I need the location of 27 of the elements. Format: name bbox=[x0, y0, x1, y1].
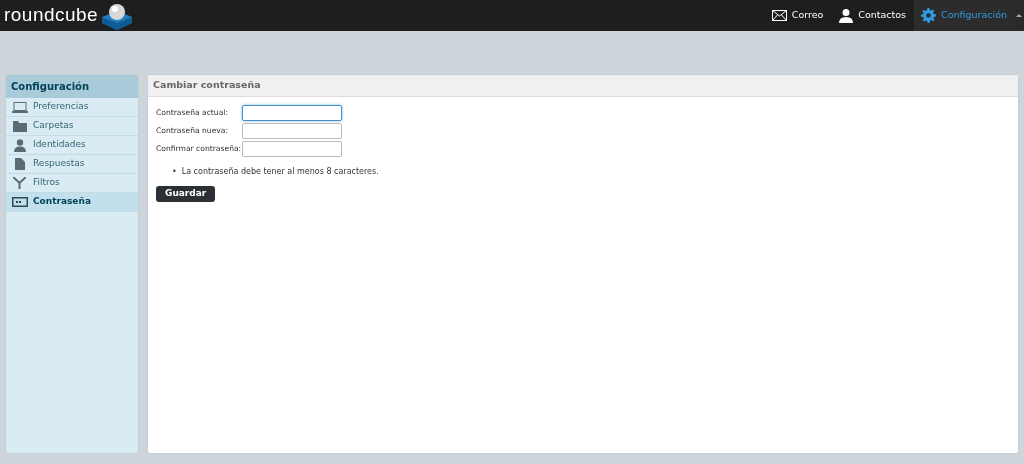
person-icon bbox=[839, 8, 854, 23]
document-icon bbox=[14, 158, 25, 170]
sidebar-item[interactable]: Contraseña bbox=[6, 193, 138, 212]
logo-text: roundcube bbox=[4, 3, 99, 28]
panel-title: Cambiar contraseña bbox=[148, 75, 1018, 97]
folder-icon bbox=[12, 120, 27, 132]
save-button[interactable]: Guardar bbox=[156, 185, 216, 202]
nav-link[interactable]: Correo bbox=[763, 0, 832, 31]
sidebar-title: Configuración bbox=[6, 75, 138, 98]
filter-icon bbox=[13, 177, 26, 189]
hint-text: La contraseña debe tener al menos 8 caracteres. bbox=[181, 166, 379, 178]
nav-link[interactable]: Configuración bbox=[914, 0, 1014, 31]
person-icon bbox=[13, 138, 26, 152]
sidebar-item[interactable]: Identidades bbox=[6, 136, 138, 155]
caret-icon[interactable] bbox=[1016, 14, 1022, 17]
bullet: • bbox=[172, 166, 177, 178]
password-field[interactable] bbox=[242, 123, 342, 139]
password-field[interactable] bbox=[242, 105, 342, 121]
nav-link[interactable]: Contactos bbox=[831, 0, 915, 31]
laptop-icon bbox=[11, 101, 28, 113]
envelope-icon bbox=[771, 10, 787, 21]
password-field[interactable] bbox=[242, 141, 342, 157]
sidebar-item[interactable]: Respuestas bbox=[6, 155, 138, 174]
sidebar-item[interactable]: Preferencias bbox=[6, 98, 138, 117]
sidebar-item[interactable]: Carpetas bbox=[6, 117, 138, 136]
password-field-icon bbox=[11, 197, 28, 207]
gear-icon bbox=[921, 8, 937, 23]
